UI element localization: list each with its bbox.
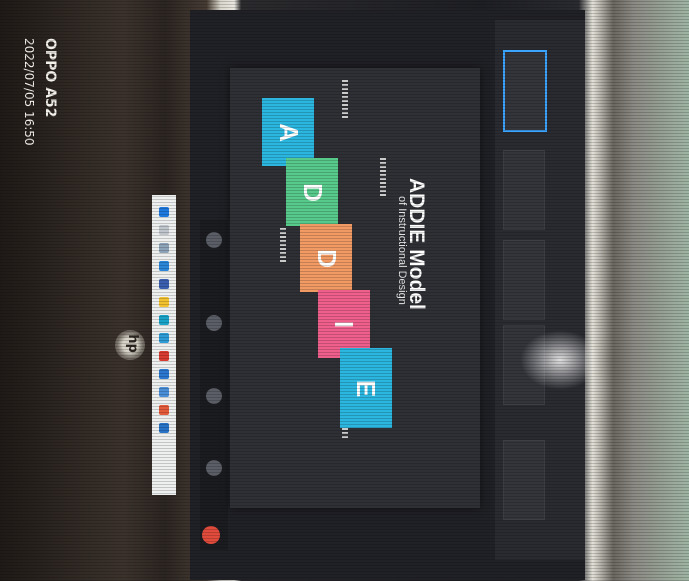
camera-watermark-timestamp: 2022/07/05 16:50 [22, 38, 36, 146]
photo-of-laptop-screen: OPPO A52 2022/07/05 16:50 hp A D D I E A… [0, 0, 689, 581]
letter-d: D [311, 248, 342, 268]
screen-glare [520, 330, 600, 390]
windows-start-icon[interactable] [159, 207, 169, 217]
laptop-logo: hp [115, 330, 145, 360]
participant-panel [495, 20, 585, 560]
participant-tile[interactable] [503, 240, 545, 320]
slide-subtitle: of Instructional Design [396, 196, 408, 305]
addie-letter-development: D [300, 224, 352, 292]
mail-icon[interactable] [159, 369, 169, 379]
addie-letter-design: D [286, 158, 338, 226]
letter-i: I [329, 320, 360, 328]
settings-icon[interactable] [159, 387, 169, 397]
laptop-logo-text: hp [124, 334, 140, 353]
office-icon[interactable] [159, 405, 169, 415]
microphone-icon[interactable] [206, 315, 222, 331]
chat-icon[interactable] [159, 279, 169, 289]
slide-description-lines [342, 80, 348, 120]
app-icon[interactable] [159, 423, 169, 433]
chrome-icon[interactable] [159, 351, 169, 361]
windows-taskbar [152, 195, 176, 495]
store-icon[interactable] [159, 333, 169, 343]
letter-d: D [297, 182, 328, 202]
edge-browser-icon[interactable] [159, 315, 169, 325]
camera-icon[interactable] [206, 388, 222, 404]
slide-description-lines [280, 228, 286, 264]
end-call-icon[interactable] [202, 526, 220, 544]
participant-tile[interactable] [503, 440, 545, 520]
meeting-control-bar [200, 220, 228, 550]
task-view-icon[interactable] [159, 243, 169, 253]
letter-a: A [273, 122, 304, 142]
participant-tile-active[interactable] [503, 50, 547, 132]
file-explorer-icon[interactable] [159, 297, 169, 307]
camera-watermark-model: OPPO A52 [42, 38, 58, 118]
letter-e: E [351, 379, 382, 397]
widgets-icon[interactable] [159, 261, 169, 271]
more-options-icon[interactable] [206, 460, 222, 476]
addie-letter-analysis: A [262, 98, 314, 166]
addie-letter-evaluation: E [340, 348, 392, 428]
present-icon[interactable] [206, 232, 222, 248]
participant-tile[interactable] [503, 150, 545, 230]
search-icon[interactable] [159, 225, 169, 235]
slide-description-lines [380, 158, 386, 196]
